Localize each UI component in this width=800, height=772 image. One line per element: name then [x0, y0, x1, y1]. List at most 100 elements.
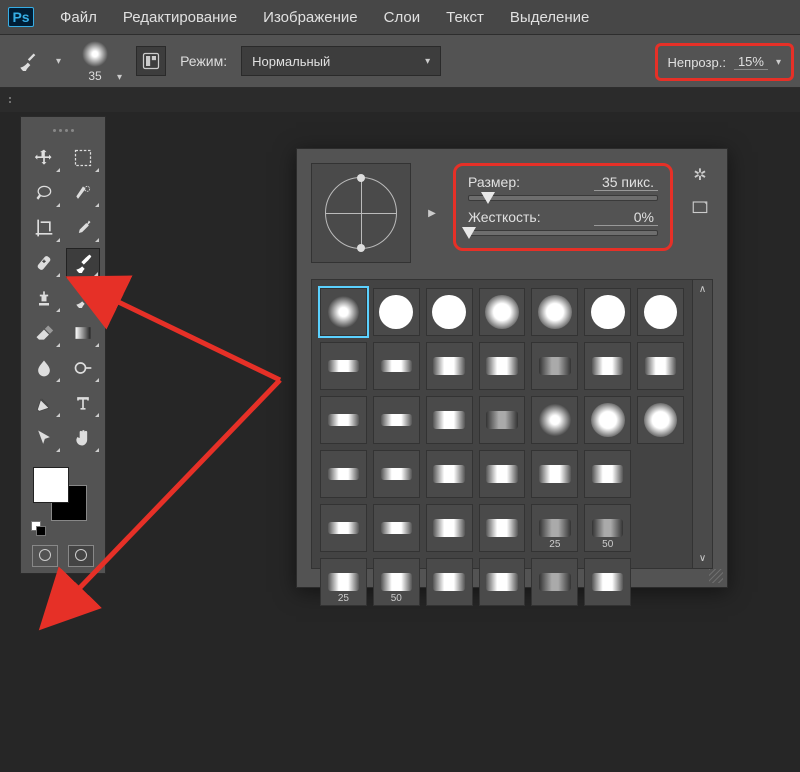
new-preset-icon[interactable]	[691, 199, 709, 222]
brush-preset[interactable]	[320, 288, 367, 336]
blur-tool[interactable]	[27, 353, 61, 383]
brush-preset[interactable]: 25	[320, 558, 367, 606]
brush-preset[interactable]	[584, 342, 631, 390]
menu-file[interactable]: Файл	[60, 9, 97, 26]
panel-resize-grip[interactable]	[709, 569, 723, 583]
hand-tool[interactable]	[66, 423, 100, 453]
options-bar: ▾ 35 ▾ Режим: Нормальный ▾ Непрозр.: 15%…	[0, 34, 800, 88]
brush-preset[interactable]	[637, 342, 684, 390]
brush-preset[interactable]	[320, 342, 367, 390]
brush-preset[interactable]: 25	[531, 504, 578, 552]
brush-preset[interactable]	[426, 450, 473, 498]
opacity-label: Непрозр.:	[668, 55, 726, 70]
brush-preset[interactable]	[584, 396, 631, 444]
document-tab-strip	[0, 88, 800, 112]
dodge-tool[interactable]	[66, 353, 100, 383]
quick-select-tool[interactable]	[66, 178, 100, 208]
menu-edit[interactable]: Редактирование	[123, 9, 237, 26]
crop-tool[interactable]	[27, 213, 61, 243]
hardness-slider[interactable]	[468, 230, 658, 236]
brush-preset[interactable]	[426, 504, 473, 552]
brush-preset[interactable]	[426, 396, 473, 444]
brush-preset[interactable]	[373, 504, 420, 552]
rect-marquee-tool[interactable]	[66, 143, 100, 173]
brush-preset[interactable]	[320, 450, 367, 498]
foreground-color[interactable]	[33, 467, 69, 503]
brush-preset[interactable]	[426, 558, 473, 606]
brush-preset[interactable]	[479, 396, 526, 444]
menu-text[interactable]: Текст	[446, 9, 484, 26]
default-colors-icon[interactable]	[31, 521, 47, 537]
hardness-value[interactable]: 0%	[594, 209, 658, 226]
menu-select[interactable]: Выделение	[510, 9, 589, 26]
path-select-tool[interactable]	[27, 423, 61, 453]
size-slider[interactable]	[468, 195, 658, 201]
brush-preset[interactable]	[479, 288, 526, 336]
opacity-control[interactable]: Непрозр.: 15% ▾	[655, 43, 794, 81]
quickmask-mode-button[interactable]	[68, 545, 94, 567]
eraser-tool[interactable]	[27, 318, 61, 348]
brush-preset[interactable]: 50	[584, 504, 631, 552]
pen-tool[interactable]	[27, 388, 61, 418]
chevron-down-icon[interactable]: ▾	[56, 56, 61, 67]
brush-preset[interactable]	[637, 396, 684, 444]
menu-layers[interactable]: Слои	[384, 9, 420, 26]
brush-preset[interactable]	[637, 288, 684, 336]
brush-preset-picker[interactable]: 35 ▾	[75, 39, 122, 83]
size-value[interactable]: 35 пикс.	[594, 174, 658, 191]
opacity-value[interactable]: 15%	[734, 54, 768, 70]
menu-image[interactable]: Изображение	[263, 9, 358, 26]
chevron-down-icon[interactable]: ▾	[117, 72, 122, 83]
brush-preset[interactable]	[373, 288, 420, 336]
tool-preset-picker[interactable]	[12, 46, 42, 76]
preset-scrollbar[interactable]: ∧ ∨	[692, 280, 712, 568]
scroll-up-icon[interactable]: ∧	[699, 284, 706, 295]
brush-preset[interactable]	[531, 396, 578, 444]
brush-preset-list: 25 50 25 50 ∧ ∨	[311, 279, 713, 569]
gradient-tool[interactable]	[66, 318, 100, 348]
brush-preset[interactable]	[584, 450, 631, 498]
brush-preset[interactable]	[584, 288, 631, 336]
lasso-tool[interactable]	[27, 178, 61, 208]
brush-tool[interactable]	[66, 248, 100, 278]
blend-mode-select[interactable]: Нормальный ▾	[241, 46, 441, 76]
ps-logo: Ps	[8, 7, 34, 27]
brush-preset[interactable]	[479, 504, 526, 552]
brush-preset[interactable]	[479, 450, 526, 498]
brush-preset[interactable]	[479, 558, 526, 606]
brush-preset[interactable]	[373, 450, 420, 498]
brush-preset[interactable]	[584, 558, 631, 606]
panel-handle[interactable]	[0, 88, 20, 112]
brush-preset[interactable]	[320, 396, 367, 444]
size-label: Размер:	[468, 174, 520, 191]
move-tool[interactable]	[27, 143, 61, 173]
brush-preset[interactable]	[320, 504, 367, 552]
brush-preset[interactable]	[531, 558, 578, 606]
standard-mode-button[interactable]	[32, 545, 58, 567]
blend-mode-label: Режим:	[180, 53, 227, 69]
brush-angle-control[interactable]	[311, 163, 411, 263]
panel-menu-icon[interactable]: ✲	[693, 165, 706, 185]
chevron-down-icon[interactable]: ▾	[776, 57, 781, 68]
scroll-down-icon[interactable]: ∨	[699, 553, 706, 564]
color-swatches	[27, 467, 99, 537]
brush-preset[interactable]	[479, 342, 526, 390]
brush-preset[interactable]: 50	[373, 558, 420, 606]
flip-arrow-icon[interactable]: ▶	[425, 208, 439, 219]
type-tool[interactable]	[66, 388, 100, 418]
brush-sliders-highlight: Размер: 35 пикс. Жесткость: 0%	[453, 163, 673, 251]
eyedropper-tool[interactable]	[66, 213, 100, 243]
history-brush-tool[interactable]	[66, 283, 100, 313]
toolbox-grip[interactable]	[27, 123, 99, 137]
brush-preset[interactable]	[426, 342, 473, 390]
healing-brush-tool[interactable]	[27, 248, 61, 278]
brush-preset[interactable]	[531, 342, 578, 390]
brush-preset	[637, 558, 684, 606]
clone-stamp-tool[interactable]	[27, 283, 61, 313]
brush-preset[interactable]	[373, 342, 420, 390]
brush-preset[interactable]	[531, 450, 578, 498]
brush-preset[interactable]	[373, 396, 420, 444]
brush-preset[interactable]	[426, 288, 473, 336]
brush-panel-toggle[interactable]	[136, 46, 166, 76]
brush-preset[interactable]	[531, 288, 578, 336]
